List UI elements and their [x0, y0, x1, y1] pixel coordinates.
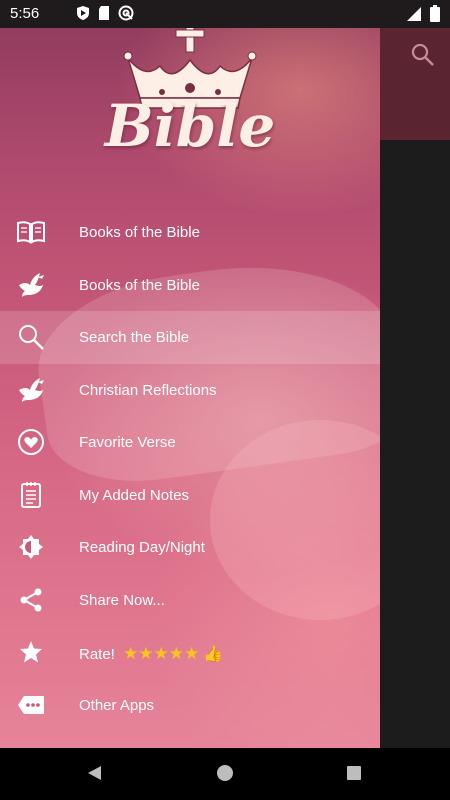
dove-icon: [16, 376, 46, 404]
battery-icon: [430, 5, 440, 27]
status-time: 5:56: [10, 5, 40, 22]
notepad-icon: [16, 481, 46, 509]
menu-item-label: Rate! ★★★★★ 👍: [79, 644, 223, 664]
status-bar: 5:56: [0, 0, 450, 28]
menu-item-christian-reflections[interactable]: Christian Reflections: [0, 364, 380, 417]
menu-item-books-of-the-bible-2[interactable]: Books of the Bible: [0, 259, 380, 312]
shield-icon: [76, 5, 90, 26]
rate-label: Rate!: [79, 646, 115, 663]
system-nav-bar: [0, 748, 450, 800]
back-icon[interactable]: [86, 765, 102, 786]
search-icon: [16, 323, 46, 351]
menu-item-label: Favorite Verse: [79, 434, 176, 451]
menu-item-search-the-bible[interactable]: Search the Bible: [0, 311, 380, 364]
menu-item-label: Books of the Bible: [79, 276, 200, 294]
menu-item-rate[interactable]: Rate! ★★★★★ 👍: [0, 626, 380, 679]
recents-icon[interactable]: [347, 766, 361, 780]
signal-icon: [406, 6, 422, 27]
home-icon[interactable]: [217, 765, 233, 781]
at-sign-icon: [118, 5, 134, 26]
menu-item-favorite-verse[interactable]: Favorite Verse: [0, 416, 380, 469]
rating-stars: ★★★★★: [123, 644, 200, 663]
thumbs-up-icon: 👍: [203, 646, 224, 663]
app-logo-title: Bible: [104, 92, 276, 160]
navigation-drawer: Bible Books of the Bible Books of the Bi…: [0, 0, 380, 748]
menu-item-books-of-the-bible[interactable]: Books of the Bible: [0, 206, 380, 259]
drawer-menu: Books of the Bible Books of the Bible Se…: [0, 206, 380, 731]
status-notification-icons: [76, 5, 134, 26]
dove-icon: [16, 271, 46, 299]
menu-item-other-apps[interactable]: Other Apps: [0, 679, 380, 732]
menu-item-label: My Added Notes: [79, 486, 190, 504]
star-icon: [16, 638, 46, 666]
status-system-icons: [406, 5, 440, 27]
menu-item-label: Christian Reflections: [79, 381, 217, 399]
search-icon[interactable]: [410, 42, 436, 68]
heart-icon: [16, 428, 46, 456]
open-book-icon: [16, 218, 46, 246]
menu-item-my-added-notes[interactable]: My Added Notes: [0, 469, 380, 522]
menu-item-label: Search the Bible: [79, 329, 190, 346]
menu-item-label: Share Now...: [79, 591, 165, 609]
sd-card-icon: [98, 5, 110, 26]
menu-item-label: Books of the Bible: [79, 224, 200, 241]
menu-item-reading-day-night[interactable]: Reading Day/Night: [0, 521, 380, 574]
brightness-icon: [16, 533, 46, 561]
menu-item-label: Reading Day/Night: [79, 539, 205, 556]
menu-item-label: Other Apps: [79, 696, 155, 714]
menu-item-share-now[interactable]: Share Now...: [0, 574, 380, 627]
share-icon: [16, 586, 46, 614]
more-apps-icon: [16, 691, 46, 719]
